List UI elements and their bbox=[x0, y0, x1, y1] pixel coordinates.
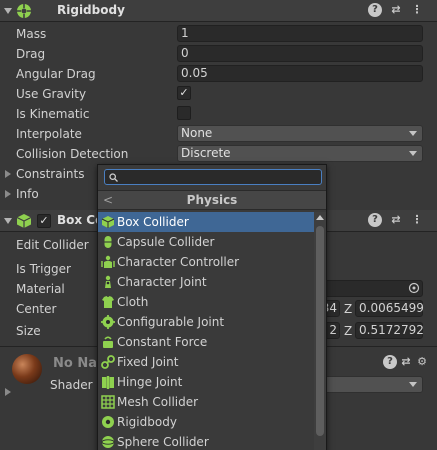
size-z-label[interactable]: Z bbox=[344, 324, 352, 338]
material-foldout-arrow[interactable] bbox=[5, 388, 11, 396]
rigidbody-help-icon[interactable]: ? bbox=[368, 3, 382, 17]
component-item[interactable]: Sphere Collider bbox=[98, 432, 314, 450]
box-collider-foldout-arrow[interactable] bbox=[4, 218, 12, 224]
info-foldout-arrow[interactable] bbox=[5, 190, 11, 198]
constraints-foldout-arrow[interactable] bbox=[5, 170, 11, 178]
component-item-label: Rigidbody bbox=[117, 415, 177, 429]
collision-detection-value: Discrete bbox=[181, 146, 231, 160]
configurable-joint-icon bbox=[101, 315, 115, 329]
box-collider-icon bbox=[101, 216, 115, 228]
interpolate-value: None bbox=[181, 126, 213, 140]
character-joint-icon bbox=[105, 275, 111, 288]
scroll-up-arrow-icon[interactable] bbox=[316, 215, 324, 220]
component-item-label: Mesh Collider bbox=[117, 395, 199, 409]
component-item[interactable]: Mesh Collider bbox=[98, 392, 314, 412]
back-arrow-icon[interactable]: < bbox=[103, 191, 113, 209]
collision-detection-label: Collision Detection bbox=[16, 147, 129, 161]
edit-collider-label: Edit Collider bbox=[16, 238, 89, 252]
component-item[interactable]: Fixed Joint bbox=[98, 352, 314, 372]
use-gravity-checkbox[interactable]: ✓ bbox=[177, 86, 191, 100]
component-item[interactable]: Character Controller bbox=[98, 252, 314, 272]
mass-field[interactable]: 1 bbox=[177, 25, 423, 42]
box-collider-help-icon[interactable]: ? bbox=[368, 213, 382, 227]
component-item-label: Cloth bbox=[117, 295, 149, 309]
component-item[interactable]: Constant Force bbox=[98, 332, 314, 352]
is-trigger-label: Is Trigger bbox=[16, 262, 71, 276]
mesh-collider-icon bbox=[101, 395, 115, 409]
is-kinematic-checkbox[interactable] bbox=[177, 106, 191, 120]
gear-icon[interactable]: ⚙ bbox=[415, 355, 429, 369]
rigidbody-icon bbox=[17, 4, 31, 18]
rigidbody-icon bbox=[102, 416, 114, 428]
mass-label: Mass bbox=[16, 27, 47, 41]
chevron-down-icon bbox=[409, 382, 417, 387]
component-item[interactable]: Hinge Joint bbox=[98, 372, 314, 392]
scrollbar-thumb[interactable] bbox=[316, 226, 324, 436]
is-kinematic-label: Is Kinematic bbox=[16, 107, 90, 121]
use-gravity-label: Use Gravity bbox=[16, 87, 87, 101]
component-item-label: Character Controller bbox=[117, 255, 240, 269]
center-z-label[interactable]: Z bbox=[344, 302, 352, 316]
category-header: < Physics bbox=[98, 190, 326, 210]
material-preview-icon bbox=[12, 354, 42, 384]
fixed-joint-icon bbox=[101, 355, 115, 369]
shader-dropdown[interactable] bbox=[320, 376, 423, 393]
component-item-label: Hinge Joint bbox=[117, 375, 183, 389]
object-picker-icon[interactable] bbox=[408, 282, 420, 294]
chevron-down-icon bbox=[409, 151, 417, 156]
rigidbody-header[interactable]: Rigidbody ? ⇄ ⋮ bbox=[0, 0, 437, 22]
component-item[interactable]: Capsule Collider bbox=[98, 232, 314, 252]
drag-label: Drag bbox=[16, 47, 46, 61]
component-item-label: Configurable Joint bbox=[117, 315, 225, 329]
capsule-collider-icon bbox=[104, 236, 112, 248]
sphere-collider-icon bbox=[101, 436, 115, 448]
cloth-icon bbox=[102, 296, 114, 308]
box-collider-enabled-checkbox[interactable]: ✓ bbox=[37, 214, 51, 228]
search-icon bbox=[109, 173, 118, 182]
rigidbody-menu-icon[interactable]: ⋮ bbox=[410, 3, 424, 17]
component-item[interactable]: Configurable Joint bbox=[98, 312, 314, 332]
popup-scrollbar[interactable] bbox=[314, 212, 326, 450]
material-presets-icon[interactable]: ⇄ bbox=[399, 355, 413, 369]
material-name: No Nar bbox=[53, 356, 104, 371]
constraints-label[interactable]: Constraints bbox=[16, 167, 84, 181]
add-component-popup: < Physics Box Collider Capsule Collider Ch… bbox=[97, 164, 327, 450]
component-item[interactable]: Character Joint bbox=[98, 272, 314, 292]
box-collider-icon bbox=[16, 214, 32, 228]
constant-force-icon bbox=[103, 336, 113, 348]
material-label: Material bbox=[16, 282, 65, 296]
drag-field[interactable]: 0 bbox=[177, 45, 423, 62]
component-item[interactable]: Box Collider bbox=[98, 212, 314, 232]
center-label: Center bbox=[16, 302, 57, 316]
material-help-icon[interactable]: ? bbox=[383, 355, 397, 369]
interpolate-label: Interpolate bbox=[16, 127, 82, 141]
rigidbody-presets-icon[interactable]: ⇄ bbox=[389, 3, 403, 17]
size-z-field[interactable]: 0.5172792 bbox=[355, 322, 424, 339]
shader-label: Shader bbox=[50, 378, 93, 392]
center-z-field[interactable]: 0.0065499 bbox=[355, 300, 424, 317]
component-item-label: Constant Force bbox=[117, 335, 208, 349]
collision-detection-dropdown[interactable]: Discrete bbox=[177, 145, 423, 162]
component-item-label: Box Collider bbox=[117, 215, 189, 229]
angular-drag-label: Angular Drag bbox=[16, 67, 96, 81]
hinge-joint-icon bbox=[102, 376, 114, 389]
rigidbody-foldout-arrow[interactable] bbox=[4, 8, 12, 14]
info-label[interactable]: Info bbox=[16, 187, 39, 201]
component-item[interactable]: Rigidbody bbox=[98, 412, 314, 432]
box-collider-presets-icon[interactable]: ⇄ bbox=[389, 213, 403, 227]
rigidbody-title: Rigidbody bbox=[57, 3, 125, 17]
size-label: Size bbox=[16, 324, 41, 338]
angular-drag-field[interactable]: 0.05 bbox=[177, 65, 423, 82]
interpolate-dropdown[interactable]: None bbox=[177, 125, 423, 142]
category-title: Physics bbox=[186, 193, 238, 207]
component-item-label: Fixed Joint bbox=[117, 355, 179, 369]
chevron-down-icon bbox=[409, 131, 417, 136]
component-item[interactable]: Cloth bbox=[98, 292, 314, 312]
box-collider-menu-icon[interactable]: ⋮ bbox=[410, 213, 424, 227]
component-item-label: Sphere Collider bbox=[117, 435, 209, 449]
character-controller-icon bbox=[101, 255, 115, 268]
component-item-label: Capsule Collider bbox=[117, 235, 215, 249]
component-item-label: Character Joint bbox=[117, 275, 207, 289]
search-input[interactable] bbox=[104, 169, 322, 185]
